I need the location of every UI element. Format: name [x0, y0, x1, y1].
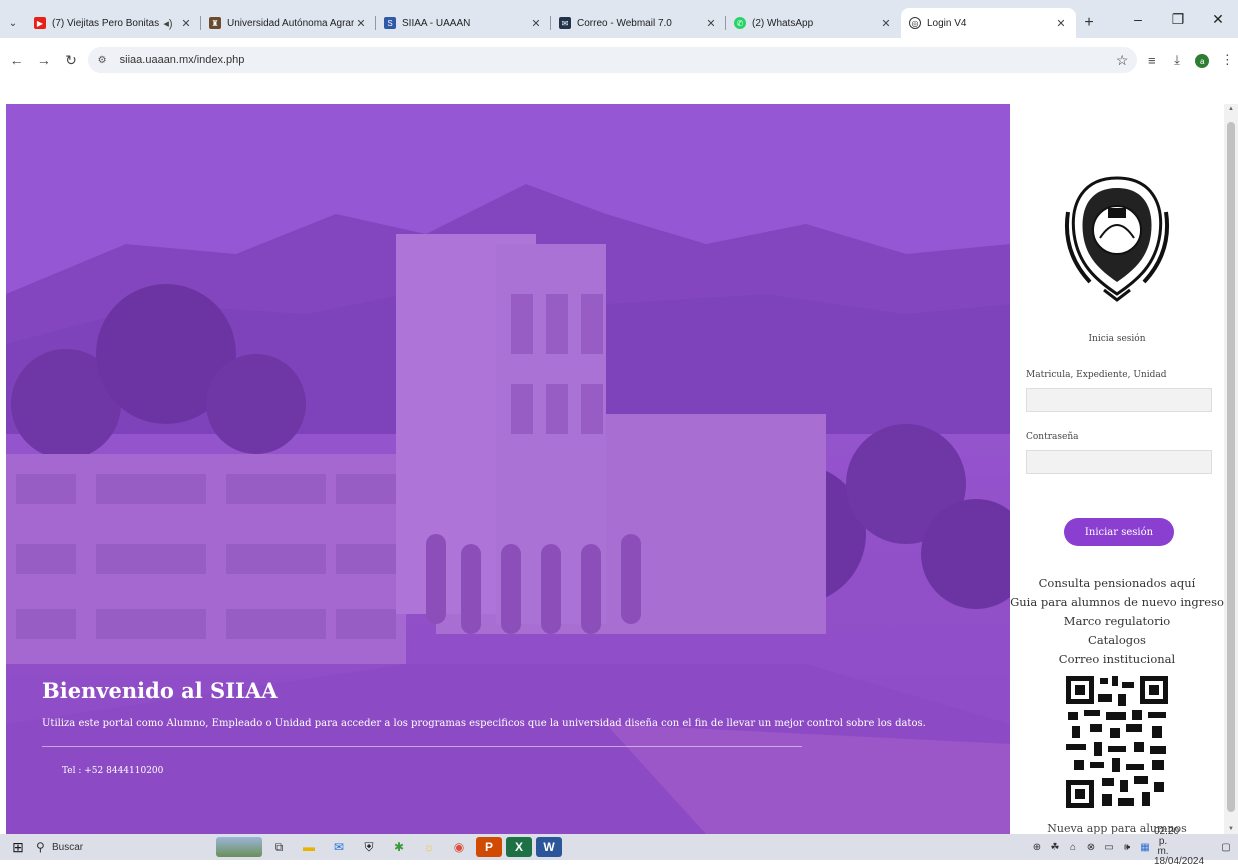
tab-youtube[interactable]: ▶ (7) Viejitas Pero Bonitas Ba ◂) ✕ [26, 8, 201, 38]
restore-icon[interactable]: ❐ [1158, 11, 1198, 28]
game-icon[interactable]: ✱ [386, 837, 412, 857]
university-seal-logo [1065, 176, 1169, 302]
close-icon[interactable]: ✕ [1054, 17, 1068, 30]
app-qr-code[interactable] [1062, 672, 1172, 812]
forward-icon[interactable]: → [33, 52, 54, 68]
tab-whatsapp[interactable]: ✆ (2) WhatsApp ✕ [726, 8, 901, 38]
scroll-down-icon[interactable]: ▼ [1224, 826, 1238, 832]
close-icon[interactable]: ✕ [529, 17, 543, 30]
tab-title: Correo - Webmail 7.0 [577, 17, 672, 29]
task-view-icon[interactable]: ⧉ [266, 837, 292, 857]
hero-title: Bienvenido al SIIAA [42, 678, 278, 703]
siiaa-icon: S [384, 17, 396, 29]
profile-initial: a [1195, 54, 1210, 69]
tray-blocked-icon[interactable]: ⊗ [1082, 842, 1100, 853]
file-explorer-icon[interactable]: ▬ [296, 837, 322, 857]
word-icon[interactable]: W [536, 837, 562, 857]
site-info-icon[interactable]: ⚙ [98, 55, 112, 66]
taskbar-clock[interactable]: 02:20 p. m. 18/04/2024 [1154, 827, 1214, 867]
back-icon[interactable]: ← [6, 52, 27, 68]
windows-taskbar: ⊞ ⚲ Buscar ⧉ ▬ ✉ ⛨ ✱ ☼ ◉ P X W ⊕ ☘ ⌂ ⊗ ▭… [0, 827, 1238, 867]
link-pensionados[interactable]: Consulta pensionados aquí [1010, 574, 1224, 593]
powerpoint-icon[interactable]: P [476, 837, 502, 857]
clock-date: 18/04/2024 [1154, 856, 1205, 867]
audio-icon[interactable]: ◂) [161, 17, 175, 30]
new-tab-button[interactable]: + [1076, 8, 1102, 38]
sticky-icon[interactable]: ☼ [416, 837, 442, 857]
tray-usb-icon[interactable]: ⌂ [1064, 842, 1082, 853]
reading-list-icon[interactable]: ≡ [1141, 53, 1162, 68]
window-controls: – ❐ ✕ [1118, 0, 1238, 38]
system-tray: ⊕ ☘ ⌂ ⊗ ▭ 🕪 ▦ 02:20 p. m. 18/04/2024 ▢ [1028, 827, 1238, 867]
link-guia-nuevo-ingreso[interactable]: Guia para alumnos de nuevo ingreso [1010, 593, 1224, 612]
pinned-apps: ⧉ ▬ ✉ ⛨ ✱ ☼ ◉ P X W [216, 837, 566, 857]
tab-title: Login V4 [927, 17, 967, 29]
tab-search-icon[interactable]: ⌄ [0, 8, 26, 38]
download-icon[interactable]: ⤓ [1166, 52, 1187, 68]
close-icon[interactable]: ✕ [179, 17, 193, 30]
page-scrollbar[interactable]: ▲ ▼ [1224, 104, 1238, 834]
notifications-icon[interactable]: ▢ [1214, 842, 1238, 853]
hero-divider [42, 746, 802, 747]
minimize-icon[interactable]: – [1118, 11, 1158, 27]
close-icon[interactable]: ✕ [879, 17, 893, 30]
login-heading: Inicia sesión [1088, 334, 1146, 344]
tab-title: SIIAA - UAAAN [402, 17, 471, 29]
url-bar[interactable]: ⚙ siiaa.uaaan.mx/index.php ☆ [87, 47, 1138, 73]
search-label: Buscar [52, 841, 84, 853]
tab-title: Universidad Autónoma Agraria [227, 17, 354, 29]
mail-icon: ✉ [559, 17, 571, 29]
link-correo-institucional[interactable]: Correo institucional [1010, 650, 1224, 669]
info-links: Consulta pensionados aquí Guia para alum… [1010, 574, 1224, 669]
browser-menu-icon[interactable]: ⋮ [1217, 52, 1238, 68]
tab-title: (7) Viejitas Pero Bonitas Ba [52, 17, 161, 29]
tab-siiaa[interactable]: S SIIAA - UAAAN ✕ [376, 8, 551, 38]
start-button-icon[interactable]: ⊞ [0, 839, 36, 856]
tab-login-v4[interactable]: ◎ Login V4 ✕ [901, 8, 1076, 38]
password-label: Contraseña [1026, 432, 1079, 442]
search-icon: ⚲ [36, 840, 45, 854]
taskbar-search[interactable]: ⚲ Buscar [36, 840, 166, 854]
window-close-icon[interactable]: ✕ [1198, 11, 1238, 28]
page-content: Bienvenido al SIIAA Utiliza este portal … [0, 82, 1238, 835]
tab-title: (2) WhatsApp [752, 17, 814, 29]
hero-description: Utiliza este portal como Alumno, Emplead… [42, 718, 926, 729]
login-panel: Inicia sesión Matricula, Expediente, Uni… [1010, 104, 1224, 835]
user-label: Matricula, Expediente, Unidad [1026, 370, 1167, 380]
hero-phone: Tel : +52 8444110200 [62, 766, 164, 776]
landscape-thumbnail-icon[interactable] [216, 837, 262, 857]
security-icon[interactable]: ⛨ [356, 837, 382, 857]
excel-icon[interactable]: X [506, 837, 532, 857]
tray-network-add-icon[interactable]: ⊕ [1028, 842, 1046, 853]
user-input[interactable] [1026, 388, 1212, 412]
login-button[interactable]: Iniciar sesión [1064, 518, 1174, 546]
youtube-icon: ▶ [34, 17, 46, 29]
scroll-up-icon[interactable]: ▲ [1224, 106, 1238, 112]
profile-avatar[interactable]: a [1192, 52, 1213, 69]
clock-time: 02:20 p. m. [1154, 826, 1180, 857]
tray-widget-icon[interactable]: ▦ [1136, 842, 1154, 853]
volume-icon[interactable]: 🕪 [1118, 842, 1136, 853]
chrome-icon[interactable]: ◉ [446, 837, 472, 857]
globe-icon: ◎ [909, 17, 921, 29]
password-input[interactable] [1026, 450, 1212, 474]
hero-banner: Bienvenido al SIIAA Utiliza este portal … [6, 104, 1010, 834]
address-bar: ← → ↻ ⚙ siiaa.uaaan.mx/index.php ☆ ≡ ⤓ a… [0, 38, 1238, 82]
tray-display-icon[interactable]: ▭ [1100, 842, 1118, 853]
scrollbar-thumb[interactable] [1227, 122, 1235, 812]
bookmark-star-icon[interactable]: ☆ [1107, 52, 1137, 69]
reload-icon[interactable]: ↻ [60, 52, 81, 69]
tray-app-icon[interactable]: ☘ [1046, 842, 1064, 853]
browser-tab-strip: ⌄ ▶ (7) Viejitas Pero Bonitas Ba ◂) ✕ ♜ … [0, 0, 1238, 38]
link-catalogos[interactable]: Catalogos [1010, 631, 1224, 650]
close-icon[interactable]: ✕ [354, 17, 368, 30]
url-text[interactable]: siiaa.uaaan.mx/index.php [120, 54, 1108, 66]
link-marco-regulatorio[interactable]: Marco regulatorio [1010, 612, 1224, 631]
university-icon: ♜ [209, 17, 221, 29]
mail-app-icon[interactable]: ✉ [326, 837, 352, 857]
whatsapp-icon: ✆ [734, 17, 746, 29]
tab-universidad[interactable]: ♜ Universidad Autónoma Agraria ✕ [201, 8, 376, 38]
tab-webmail[interactable]: ✉ Correo - Webmail 7.0 ✕ [551, 8, 726, 38]
close-icon[interactable]: ✕ [704, 17, 718, 30]
